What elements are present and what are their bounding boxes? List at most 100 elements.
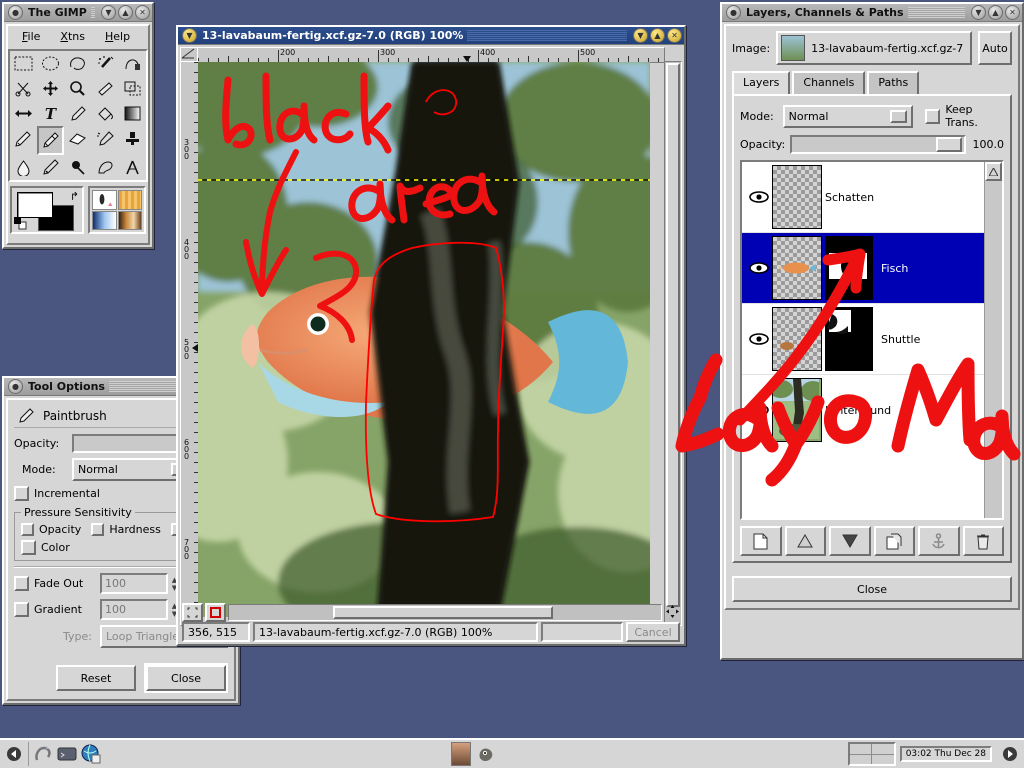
- magnify-icon[interactable]: [64, 76, 91, 101]
- minimize-icon[interactable]: ▼: [101, 5, 116, 20]
- table-row[interactable]: Hintergrund: [742, 375, 984, 445]
- menu-help[interactable]: Help: [95, 28, 140, 45]
- incremental-checkbox[interactable]: [14, 486, 29, 501]
- image-canvas[interactable]: [198, 62, 650, 617]
- window-menu-icon[interactable]: ●: [8, 379, 23, 394]
- clock[interactable]: 03:02 Thu Dec 28: [900, 746, 992, 762]
- move-icon[interactable]: [37, 76, 64, 101]
- swap-colors-icon[interactable]: ↱: [70, 190, 79, 203]
- layer-opacity-slider[interactable]: [790, 135, 966, 154]
- layer-mask-thumbnail[interactable]: [825, 307, 873, 371]
- paintbrush-icon[interactable]: [37, 126, 64, 155]
- pressure-hardness-checkbox[interactable]: [91, 523, 104, 536]
- gimp-toolbox-window[interactable]: ● The GIMP ▼ ▲ ✕ File Xtns Help T: [2, 2, 154, 249]
- layer-visibility-icon[interactable]: [746, 191, 772, 203]
- tab-layers[interactable]: Layers: [732, 71, 790, 94]
- keep-trans-checkbox[interactable]: [925, 109, 940, 124]
- rect-select-icon[interactable]: [10, 51, 37, 76]
- horizontal-scroll-thumb[interactable]: [333, 606, 553, 619]
- color-and-brush-area[interactable]: ↱: [10, 186, 146, 234]
- network-icon[interactable]: [33, 744, 53, 764]
- terminal-icon[interactable]: [57, 744, 77, 764]
- tab-paths[interactable]: Paths: [867, 71, 919, 94]
- tab-channels[interactable]: Channels: [792, 71, 865, 94]
- reset-colors-icon[interactable]: [14, 217, 27, 230]
- gradient-preview-blue[interactable]: [92, 211, 117, 230]
- toolbox-menubar[interactable]: File Xtns Help: [8, 26, 148, 47]
- close-icon[interactable]: ✕: [1005, 5, 1020, 20]
- menu-xtns[interactable]: Xtns: [50, 28, 95, 45]
- blur-sharpen-icon[interactable]: [10, 155, 37, 180]
- pressure-hardness-item[interactable]: Hardness: [91, 523, 161, 536]
- close-icon[interactable]: ✕: [135, 5, 150, 20]
- table-row[interactable]: Shuttle: [742, 304, 984, 375]
- transform-icon[interactable]: [119, 76, 146, 101]
- gradient-input[interactable]: 100: [100, 599, 168, 620]
- pencil-icon[interactable]: [10, 126, 37, 151]
- window-menu-icon[interactable]: ▼: [182, 28, 197, 43]
- close-button[interactable]: Close: [146, 665, 226, 691]
- table-row[interactable]: Fisch: [742, 233, 984, 304]
- image-titlebar[interactable]: ▼ 13-lavabaum-fertig.xcf.gz-7.0 (RGB) 10…: [178, 27, 684, 45]
- eraser-icon[interactable]: [64, 126, 91, 151]
- airbrush-icon[interactable]: [92, 126, 119, 151]
- table-row[interactable]: Schatten: [742, 162, 984, 233]
- lower-layer-button[interactable]: [829, 526, 871, 556]
- minimize-icon[interactable]: ▼: [633, 28, 648, 43]
- window-menu-icon[interactable]: ●: [726, 5, 741, 20]
- quickmask-on-icon[interactable]: [205, 603, 226, 622]
- list-item[interactable]: Hintergrund: [825, 404, 891, 417]
- browser-icon[interactable]: [81, 744, 101, 764]
- color-picker-icon[interactable]: [64, 101, 91, 126]
- measure-icon[interactable]: [119, 155, 146, 180]
- gradient-checkbox[interactable]: [14, 602, 29, 617]
- canvas-area[interactable]: 200300400500 300400500600700: [180, 47, 682, 643]
- fade-out-input[interactable]: 100: [100, 573, 168, 594]
- layers-titlebar[interactable]: ● Layers, Channels & Paths ▼ ▲ ✕: [722, 4, 1022, 22]
- pressure-opacity-item[interactable]: Opacity: [21, 523, 81, 536]
- layer-thumbnail[interactable]: [772, 378, 822, 442]
- workspace-pager[interactable]: [848, 742, 896, 766]
- layer-mode-row[interactable]: Mode: Normal Keep Trans.: [740, 103, 1004, 129]
- layer-opacity-row[interactable]: Opacity: 100.0: [740, 135, 1004, 154]
- layer-visibility-icon[interactable]: [746, 333, 772, 345]
- layer-visibility-icon[interactable]: [746, 404, 772, 416]
- brush-pattern-gradient-previews[interactable]: [88, 186, 146, 234]
- gradient-preview-copper[interactable]: [118, 211, 143, 230]
- task-list[interactable]: [101, 742, 848, 766]
- layer-list-scrollbar[interactable]: [984, 162, 1002, 518]
- auto-button[interactable]: Auto: [978, 31, 1012, 65]
- image-window[interactable]: ▼ 13-lavabaum-fertig.xcf.gz-7.0 (RGB) 10…: [176, 25, 686, 646]
- workspace-2[interactable]: [872, 744, 894, 754]
- window-menu-icon[interactable]: ●: [8, 5, 23, 20]
- toolbox-titlebar[interactable]: ● The GIMP ▼ ▲ ✕: [4, 4, 152, 22]
- workspace-1[interactable]: [850, 744, 872, 754]
- fade-out-checkbox[interactable]: [14, 576, 29, 591]
- layer-action-buttons[interactable]: [740, 526, 1004, 556]
- image-selector-row[interactable]: Image: 13-lavabaum-fertig.xcf.gz-7 Auto: [732, 31, 1012, 65]
- horizontal-scrollbar[interactable]: [228, 604, 662, 621]
- layer-thumbnail[interactable]: [772, 307, 822, 371]
- taskbar-collapse-left-button[interactable]: [3, 743, 25, 765]
- list-item[interactable]: Schatten: [825, 191, 874, 204]
- pattern-preview[interactable]: [118, 190, 143, 210]
- bucket-fill-icon[interactable]: [92, 101, 119, 126]
- layer-mode-dropdown[interactable]: Normal: [783, 105, 914, 128]
- cancel-button[interactable]: Cancel: [626, 622, 680, 642]
- ellipse-select-icon[interactable]: [37, 51, 64, 76]
- canvas-bottom-controls[interactable]: [182, 604, 680, 621]
- layer-visibility-icon[interactable]: [746, 262, 772, 274]
- quickmask-off-icon[interactable]: [182, 603, 203, 622]
- layer-thumbnail[interactable]: [772, 165, 822, 229]
- workspace-3[interactable]: [850, 755, 872, 765]
- crop-icon[interactable]: [92, 76, 119, 101]
- text-icon[interactable]: T: [37, 101, 64, 126]
- anchor-layer-button[interactable]: [918, 526, 960, 556]
- workspace-4[interactable]: [872, 755, 894, 765]
- dodge-burn-icon[interactable]: [64, 155, 91, 180]
- layer-thumbnail[interactable]: [772, 236, 822, 300]
- horizontal-ruler[interactable]: 200300400500: [197, 47, 665, 63]
- fuzzy-select-icon[interactable]: [92, 51, 119, 76]
- new-layer-button[interactable]: [740, 526, 782, 556]
- clone-icon[interactable]: [119, 126, 146, 151]
